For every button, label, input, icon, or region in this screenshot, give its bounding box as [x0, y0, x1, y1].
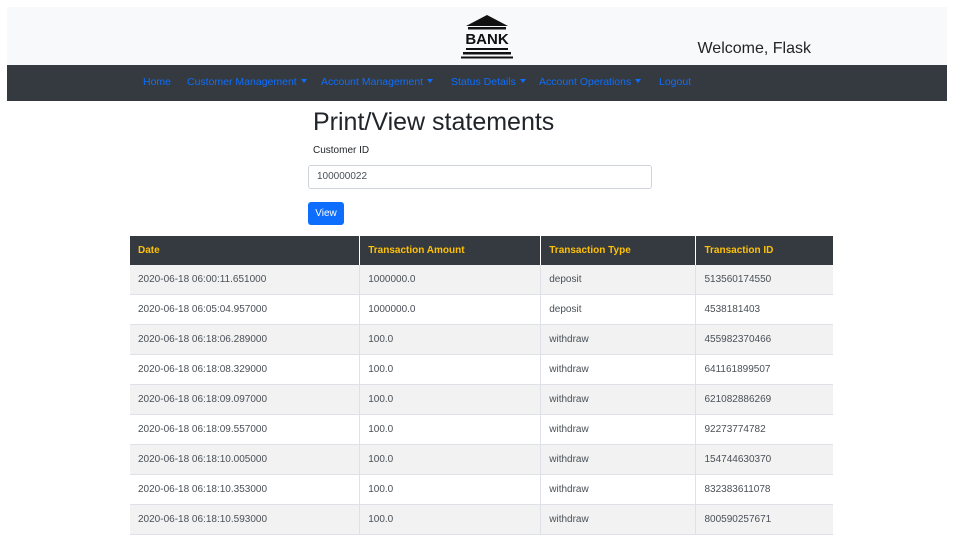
cell-transaction-id: 513560174550: [695, 265, 833, 295]
column-header-type: Transaction Type: [540, 236, 697, 265]
cell-transaction-id: 154744630370: [695, 444, 833, 475]
table-row: 2020-06-18 06:00:11.651000 1000000.0 dep…: [130, 265, 833, 295]
chevron-down-icon: [300, 79, 307, 83]
cell-type: deposit: [540, 294, 697, 325]
table-row: 2020-06-18 06:18:06.289000 100.0 withdra…: [130, 324, 833, 355]
bank-logo-icon: BANK: [461, 15, 513, 59]
cell-date: 2020-06-18 06:18:10.005000: [130, 444, 361, 475]
page-title: Print/View statements: [313, 108, 555, 136]
cell-transaction-id: 455982370466: [695, 324, 833, 355]
cell-transaction-id: 800590257671: [695, 504, 833, 535]
cell-date: 2020-06-18 06:00:11.651000: [130, 265, 361, 295]
cell-amount: 1000000.0: [359, 265, 542, 295]
cell-date: 2020-06-18 06:18:09.097000: [130, 384, 361, 415]
table-row: 2020-06-18 06:18:10.353000 100.0 withdra…: [130, 474, 833, 505]
cell-transaction-id: 92273774782: [695, 414, 833, 445]
cell-type: withdraw: [540, 474, 697, 505]
nav-customer-management[interactable]: Customer Management: [187, 76, 307, 88]
cell-type: withdraw: [540, 354, 697, 385]
cell-amount: 100.0: [359, 324, 542, 355]
cell-type: withdraw: [540, 384, 697, 415]
cell-date: 2020-06-18 06:18:09.557000: [130, 414, 361, 445]
cell-amount: 100.0: [359, 414, 542, 445]
nav-status-details-label: Status Details: [451, 76, 516, 88]
cell-transaction-id: 641161899507: [695, 354, 833, 385]
header: BANK Welcome, Flask: [7, 7, 947, 65]
customer-id-input[interactable]: 100000022: [308, 165, 652, 189]
column-header-id: Transaction ID: [695, 236, 833, 265]
table-row: 2020-06-18 06:18:09.097000 100.0 withdra…: [130, 384, 833, 415]
table-row: 2020-06-18 06:18:10.593000 100.0 withdra…: [130, 504, 833, 535]
nav-logout-label: Logout: [659, 76, 692, 88]
cell-amount: 1000000.0: [359, 294, 542, 325]
statement-table: Date Transaction Amount Transaction Type…: [130, 236, 833, 535]
cell-amount: 100.0: [359, 384, 542, 415]
cell-amount: 100.0: [359, 354, 542, 385]
nav-home-label: Home: [143, 76, 172, 88]
cell-date: 2020-06-18 06:18:10.353000: [130, 474, 361, 505]
cell-date: 2020-06-18 06:18:10.593000: [130, 504, 361, 535]
welcome-message: Welcome, Flask: [697, 40, 811, 57]
page: BANK Welcome, Flask Home Customer Manage…: [0, 0, 957, 545]
nav-account-management[interactable]: Account Management: [321, 76, 434, 88]
cell-transaction-id: 621082886269: [695, 384, 833, 415]
nav-status-details[interactable]: Status Details: [451, 76, 526, 88]
cell-amount: 100.0: [359, 504, 542, 535]
nav-account-operations[interactable]: Account Operations: [539, 76, 642, 88]
column-header-amount: Transaction Amount: [359, 236, 542, 265]
cell-type: withdraw: [540, 504, 697, 535]
table-header-row: Date Transaction Amount Transaction Type…: [130, 236, 833, 265]
nav-account-management-label: Account Management: [321, 76, 424, 88]
cell-type: withdraw: [540, 324, 697, 355]
cell-date: 2020-06-18 06:18:08.329000: [130, 354, 361, 385]
cell-type: withdraw: [540, 444, 697, 475]
cell-transaction-id: 4538181403: [695, 294, 833, 325]
view-button[interactable]: View: [308, 202, 344, 225]
cell-amount: 100.0: [359, 474, 542, 505]
cell-type: withdraw: [540, 414, 697, 445]
chevron-down-icon: [635, 79, 642, 83]
navbar: Home Customer Management Account Managem…: [7, 65, 947, 101]
nav-logout[interactable]: Logout: [659, 76, 691, 88]
chevron-down-icon: [427, 79, 434, 83]
nav-home[interactable]: Home: [143, 76, 171, 88]
nav-customer-management-label: Customer Management: [187, 76, 297, 88]
cell-date: 2020-06-18 06:05:04.957000: [130, 294, 361, 325]
cell-transaction-id: 832383611078: [695, 474, 833, 505]
column-header-date: Date: [130, 236, 361, 265]
nav-account-operations-label: Account Operations: [539, 76, 632, 88]
logo-text: BANK: [465, 31, 508, 48]
cell-type: deposit: [540, 265, 697, 295]
table-row: 2020-06-18 06:18:10.005000 100.0 withdra…: [130, 444, 833, 475]
customer-id-label: Customer ID: [313, 145, 370, 156]
cell-amount: 100.0: [359, 444, 542, 475]
chevron-down-icon: [519, 79, 526, 83]
table-row: 2020-06-18 06:18:08.329000 100.0 withdra…: [130, 354, 833, 385]
table-row: 2020-06-18 06:05:04.957000 1000000.0 dep…: [130, 294, 833, 325]
cell-date: 2020-06-18 06:18:06.289000: [130, 324, 361, 355]
table-row: 2020-06-18 06:18:09.557000 100.0 withdra…: [130, 414, 833, 445]
